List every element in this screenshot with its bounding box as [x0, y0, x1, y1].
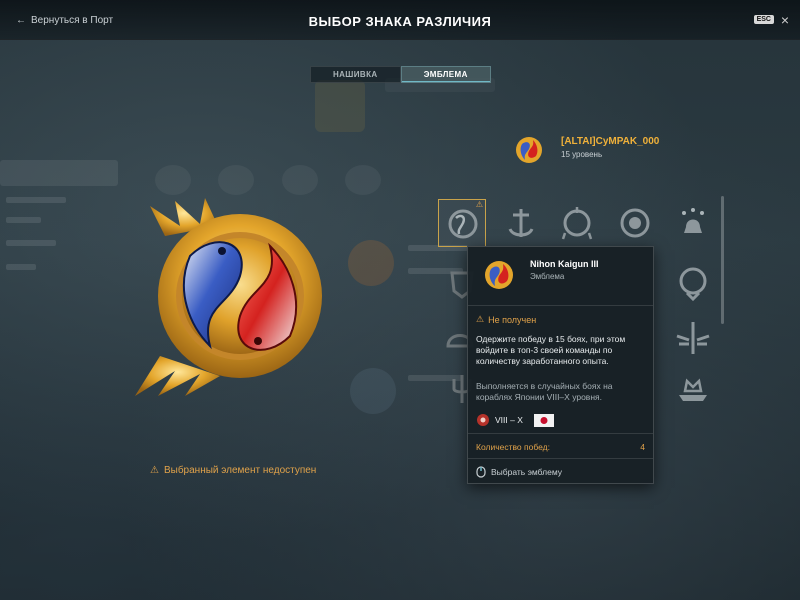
- emblem-grid-item[interactable]: [669, 365, 717, 413]
- bg-ghost-line: [6, 264, 36, 270]
- bg-ghost-circle: [282, 165, 318, 195]
- tooltip-tier-range: VIII – X: [495, 415, 523, 425]
- tooltip-condition: Выполняется в случайных боях на кораблях…: [476, 381, 613, 402]
- bg-ghost-circle: [218, 165, 254, 195]
- tooltip-tier-row: VIII – X: [476, 413, 554, 427]
- player-name: [ALTAI]CyMPAK_000: [561, 136, 660, 147]
- emblem-grid-item[interactable]: [611, 199, 659, 247]
- wreath-emblem-icon: [561, 207, 593, 240]
- tooltip-emblem-name: Nihon Kaigun III: [530, 259, 599, 269]
- koi-fish-emblem-icon: [485, 261, 513, 289]
- select-emblem-button[interactable]: Выбрать эмблему: [476, 466, 562, 478]
- emblem-grid-item[interactable]: [553, 199, 601, 247]
- tooltip-status: ⚠ Не получен: [476, 314, 536, 325]
- divider: [468, 305, 653, 306]
- tooltip-emblem-type: Эмблема: [530, 272, 565, 281]
- top-bar: ← Вернуться в Порт ВЫБОР ЗНАКА РАЗЛИЧИЯ …: [0, 0, 800, 40]
- bg-ghost-circle: [348, 240, 394, 286]
- bg-ghost-circle: [155, 165, 191, 195]
- emblem-grid-item[interactable]: [669, 259, 717, 307]
- emblem-tooltip: Nihon Kaigun III Эмблема ⚠ Не получен Од…: [467, 246, 654, 484]
- mouse-icon: [476, 466, 486, 478]
- select-emblem-label: Выбрать эмблему: [491, 467, 563, 477]
- emblem-grid-item[interactable]: [669, 199, 717, 247]
- bg-ghost-line: [6, 217, 41, 223]
- page-title: ВЫБОР ЗНАКА РАЗЛИЧИЯ: [308, 14, 492, 29]
- emblem-grid-item[interactable]: [669, 314, 717, 362]
- ship-tier-icon: [477, 414, 489, 426]
- divider: [468, 458, 653, 459]
- bg-ghost-panel: [0, 160, 118, 186]
- tooltip-wins-label: Количество побед:: [476, 442, 550, 452]
- bg-ghost-circle: [350, 368, 396, 414]
- bg-ghost-medal: [315, 80, 365, 132]
- warning-icon: ⚠: [476, 314, 485, 324]
- tooltip-description: Одержите победу в 15 боях, при этом войд…: [476, 334, 626, 366]
- tooltip-status-text: Не получен: [488, 314, 537, 325]
- tab-patch[interactable]: НАШИВКА: [310, 66, 401, 83]
- insignia-tabs: НАШИВКА ЭМБЛЕМА: [310, 66, 491, 83]
- bg-ghost-line: [6, 197, 66, 203]
- unavailable-notice: ⚠ Выбранный элемент недоступен: [150, 465, 316, 476]
- unavailable-text: Выбранный элемент недоступен: [163, 465, 317, 476]
- tooltip-wins-value: 4: [640, 442, 645, 452]
- divider: [468, 433, 653, 434]
- warning-icon: ⚠: [150, 465, 159, 476]
- bg-ghost-circle: [345, 165, 381, 195]
- grid-scrollbar[interactable]: [721, 196, 724, 324]
- emblem-grid-item[interactable]: [497, 199, 545, 247]
- spiral-emblem-icon: [620, 208, 650, 238]
- tab-emblem[interactable]: ЭМБЛЕМА: [400, 66, 491, 83]
- koi-fish-emblem-icon: [135, 198, 322, 396]
- bg-ghost-line: [6, 240, 56, 246]
- stars-bell-emblem-icon: [682, 208, 704, 233]
- close-icon[interactable]: ×: [781, 12, 789, 28]
- warning-icon: ⚠: [475, 200, 483, 209]
- japan-flag-icon: [533, 413, 554, 427]
- crown-ship-emblem-icon: [679, 378, 707, 401]
- player-emblem-avatar: [516, 137, 542, 163]
- sword-wings-emblem-icon: [676, 322, 710, 354]
- emblem-grid-item[interactable]: ⚠: [438, 199, 486, 247]
- anchor-emblem-icon: [508, 209, 534, 237]
- round-emblem-icon: [679, 267, 707, 302]
- esc-key-hint[interactable]: ESC: [753, 15, 774, 24]
- player-level: 15 уровень: [561, 150, 603, 159]
